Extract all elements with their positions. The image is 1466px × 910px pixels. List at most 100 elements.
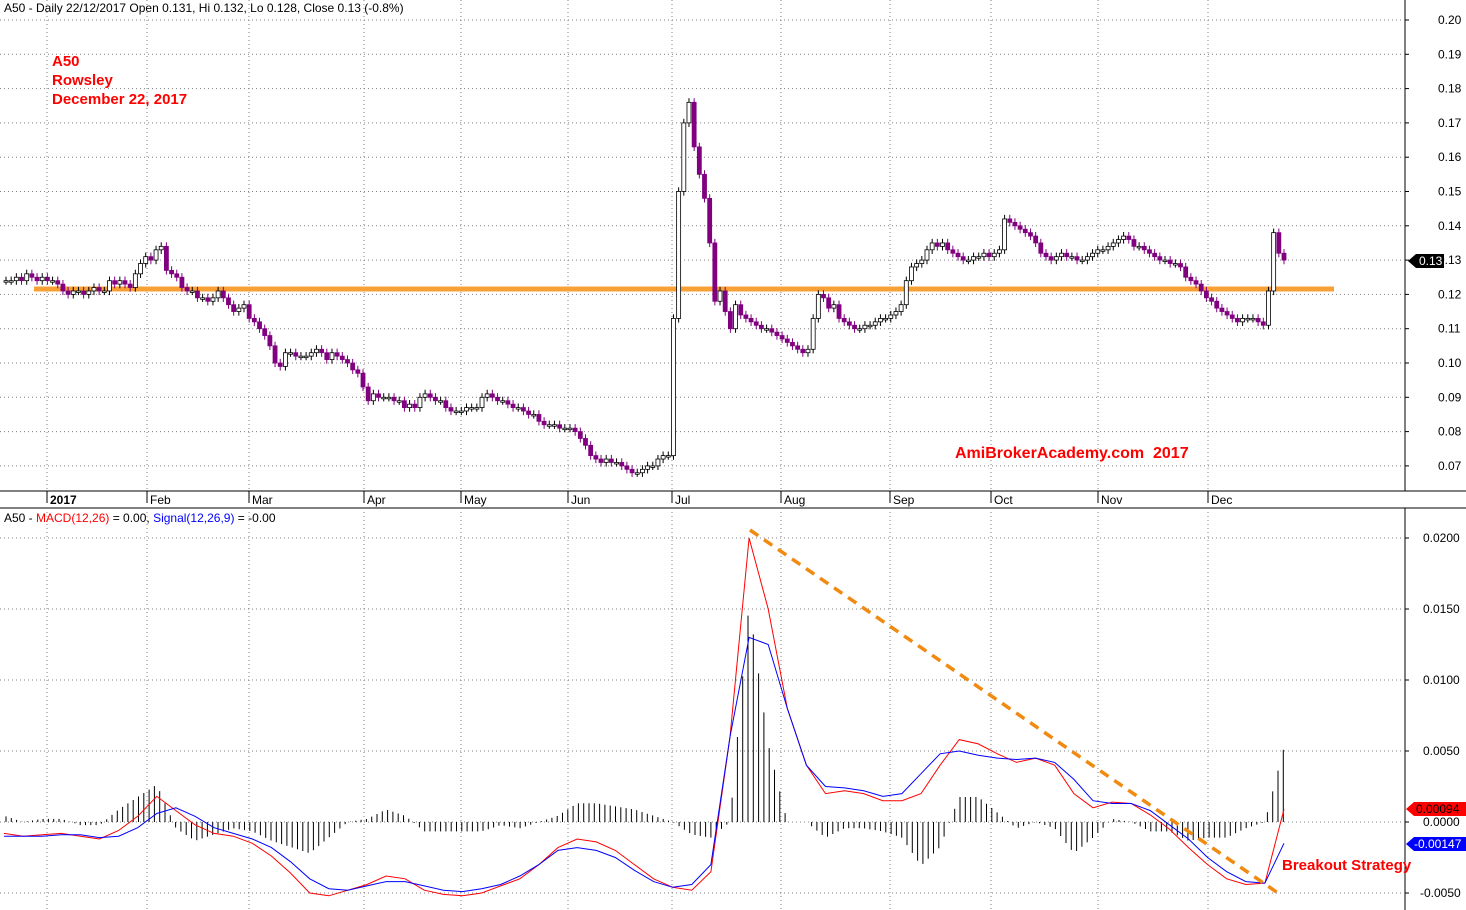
candle-body	[1203, 290, 1209, 299]
candle-body	[696, 146, 702, 175]
candle-body	[1214, 300, 1220, 309]
candle-body	[1007, 218, 1013, 223]
candle-body	[722, 290, 728, 312]
candle-body	[200, 297, 206, 300]
candle-body	[360, 372, 366, 388]
candle-body	[298, 355, 304, 359]
price-tick-label: 0.10	[1438, 356, 1462, 370]
candle-body	[195, 290, 200, 299]
candle-body	[1172, 263, 1178, 266]
candle-body	[981, 252, 987, 258]
candle	[1002, 214, 1007, 254]
macd-tick-label: 0.0200	[1423, 531, 1460, 545]
breakout-label: Breakout Strategy	[1282, 857, 1412, 874]
candle-body	[1038, 242, 1044, 254]
candle-body	[24, 273, 30, 282]
macd-tick-label: -0.0050	[1420, 886, 1461, 900]
macd-header-prefix: A50 -	[4, 511, 36, 525]
candle-body	[903, 280, 909, 306]
candle-body	[324, 352, 330, 360]
candle-body	[1084, 256, 1090, 261]
price-tick-label: 0.11	[1438, 322, 1461, 336]
candle-body	[76, 290, 81, 293]
candle-body	[174, 273, 180, 278]
candle-body	[934, 242, 940, 247]
candle-body	[515, 407, 521, 410]
macd-header: A50 - MACD(12,26) = 0.00, Signal(12,26,9…	[4, 511, 276, 525]
candle-body	[1167, 259, 1173, 264]
candle-body	[526, 410, 531, 415]
macd-tick-label: 0.0000	[1423, 815, 1460, 829]
candle-body	[893, 311, 899, 316]
candle-body	[888, 314, 894, 319]
price-tick-label: 0.16	[1438, 150, 1462, 164]
candle-body	[759, 324, 764, 330]
price-tick-label: 0.14	[1438, 219, 1462, 233]
candle-body	[1059, 252, 1064, 258]
month-label: Jun	[571, 493, 590, 507]
macd-header-macd-value: = 0.00,	[109, 511, 153, 525]
candle-body	[836, 304, 842, 319]
candle	[903, 276, 909, 309]
candle-body	[479, 396, 485, 408]
candle-body	[774, 331, 780, 336]
candle	[815, 290, 821, 323]
candle-body	[712, 242, 718, 302]
candle-body	[826, 297, 832, 309]
candle-body	[184, 287, 190, 292]
candle-body	[753, 321, 759, 326]
candle-body	[314, 348, 319, 354]
candle-body	[1281, 252, 1287, 261]
candle-body	[453, 410, 459, 413]
candle-body	[510, 403, 516, 408]
candle-body	[1043, 252, 1049, 258]
candle-body	[727, 311, 733, 330]
candle-body	[593, 455, 599, 460]
candle-body	[1219, 307, 1225, 312]
month-label: Mar	[252, 493, 273, 507]
candle-body	[815, 293, 821, 319]
candle-body	[619, 462, 625, 467]
candle-body	[1017, 225, 1023, 230]
candle-body	[629, 468, 635, 474]
candle-body	[1053, 256, 1059, 261]
candle-body	[458, 410, 464, 413]
candle-body	[308, 352, 314, 357]
candle-body	[583, 438, 588, 446]
candle-body	[1240, 318, 1246, 323]
candle-body	[1136, 245, 1142, 249]
candle-body	[634, 472, 640, 475]
candle-body	[132, 273, 138, 288]
candle-body	[226, 297, 231, 306]
candle-body	[940, 242, 945, 247]
candle-body	[1033, 235, 1039, 244]
candle-body	[862, 324, 868, 330]
candle-body	[122, 280, 128, 285]
candle-body	[443, 400, 449, 408]
macd-badge: 0.00094	[1406, 802, 1466, 816]
signal-badge: -0.00147	[1406, 837, 1466, 851]
candle-body	[733, 304, 738, 330]
candle	[1271, 228, 1277, 296]
candle-body	[950, 249, 956, 254]
candle-body	[427, 393, 433, 398]
candle-body	[572, 427, 578, 433]
candle-body	[127, 283, 133, 288]
candle-body	[748, 318, 754, 323]
candle-body	[707, 197, 713, 244]
candle-body	[546, 424, 552, 427]
candle-body	[70, 290, 76, 295]
candle-body	[929, 242, 935, 251]
candle-body	[1157, 256, 1163, 261]
candle-body	[872, 321, 878, 326]
price-tick-label: 0.15	[1438, 185, 1462, 199]
candle-body	[686, 101, 692, 124]
month-label: Sep	[893, 493, 915, 507]
macd-tick-label: 0.0050	[1423, 744, 1460, 758]
candle-body	[665, 455, 671, 458]
candle-body	[557, 424, 563, 429]
month-label: Nov	[1101, 493, 1122, 507]
candle	[712, 238, 718, 306]
candle-body	[552, 424, 557, 427]
candle-body	[1002, 218, 1007, 251]
